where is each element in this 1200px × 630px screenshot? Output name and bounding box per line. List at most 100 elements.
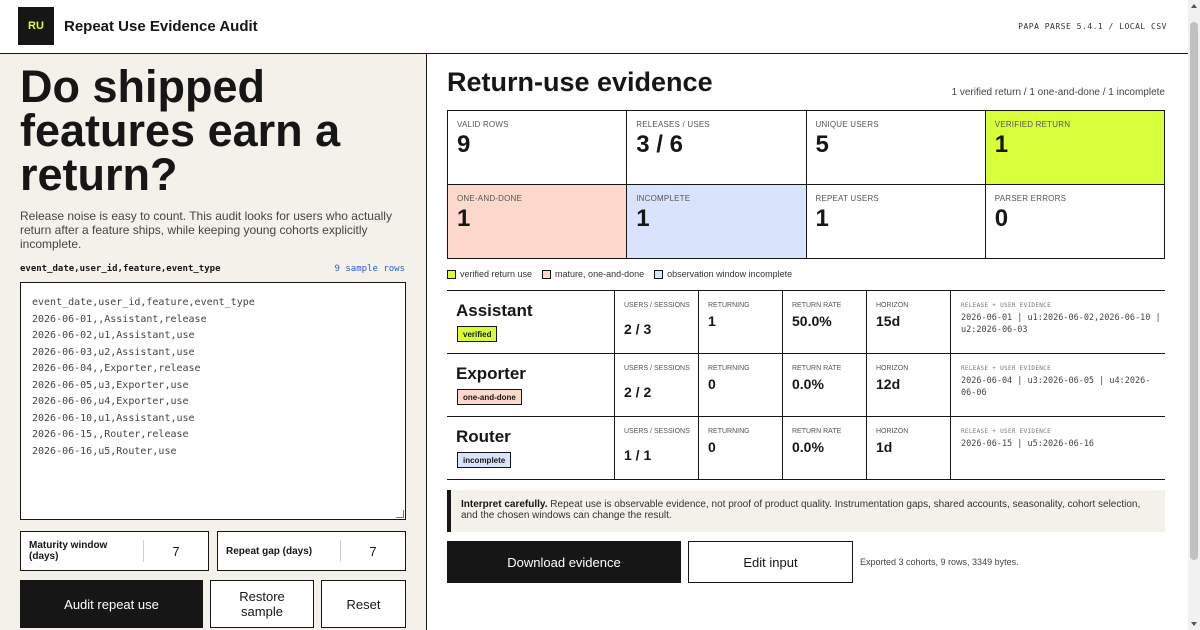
edit-input-button[interactable]: Edit input — [688, 541, 853, 583]
audit-repeat-use-button[interactable]: Audit repeat use — [20, 580, 203, 628]
kpi-value: 1 — [815, 205, 829, 232]
legend-item-incomplete: observation window incomplete — [654, 269, 792, 279]
reset-button[interactable]: Reset — [321, 580, 406, 628]
kpi-value: 1 — [457, 205, 471, 232]
evidence-label: RELEASE + USER EVIDENCE — [961, 302, 1051, 309]
callout-text: Repeat use is observable evidence, not p… — [461, 499, 1141, 521]
returning-value: 1 — [708, 313, 716, 329]
horizon-value: 15d — [876, 313, 901, 329]
return-rate-value: 0.0% — [792, 439, 824, 455]
returning-value: 0 — [708, 439, 716, 455]
status-badge: incomplete — [457, 452, 512, 468]
kpi-parser-errors: PARSER ERRORS 0 — [985, 185, 1165, 259]
export-status: Exported 3 cohorts, 9 rows, 3349 bytes. — [860, 557, 1019, 567]
kpi-value: 5 — [815, 131, 829, 158]
scroll-down-icon[interactable] — [1191, 622, 1197, 626]
kpi-label: REPEAT USERS — [815, 194, 879, 203]
resize-grip-icon[interactable] — [396, 510, 404, 518]
users-value: 2 / 3 — [624, 321, 652, 337]
evidence-cell: RELEASE + USER EVIDENCE 2026-06-01 | u1:… — [951, 291, 1165, 353]
kpi-label: ONE-AND-DONE — [457, 194, 523, 203]
scroll-up-icon[interactable] — [1191, 4, 1197, 8]
return-rate-cell: RETURN RATE 0.0% — [783, 417, 867, 479]
restore-sample-button[interactable]: Restore sample — [210, 580, 314, 628]
maturity-window-field[interactable]: Maturity window (days) 7 — [20, 531, 209, 571]
kpi-value: 0 — [994, 205, 1009, 232]
scroll-thumb[interactable] — [1190, 22, 1198, 560]
horizon-label: HORIZON — [876, 302, 909, 309]
results-panel: Return-use evidence 1 verified return / … — [427, 54, 1188, 630]
repeat-gap-input[interactable]: 7 — [341, 532, 405, 570]
users-value: 1 / 1 — [624, 447, 652, 463]
evidence-cell: RELEASE + USER EVIDENCE 2026-06-04 | u3:… — [951, 354, 1165, 416]
app-logo: RU — [18, 7, 54, 45]
legend-swatch — [654, 269, 664, 279]
callout-title: Interpret carefully. — [461, 499, 548, 510]
cohort-name-cell: Assistant verified — [447, 291, 615, 353]
kpi-value: 3 / 6 — [636, 131, 683, 158]
kpi-incomplete: INCOMPLETE 1 — [627, 185, 807, 259]
return-rate-cell: RETURN RATE 50.0% — [783, 291, 867, 353]
returning-label: RETURNING — [708, 302, 750, 309]
status-badge: verified — [457, 326, 498, 342]
horizon-label: HORIZON — [876, 428, 909, 435]
sample-rows-count: 9 sample rows — [334, 264, 405, 274]
kpi-grid: VALID ROWS 9 RELEASES / USES 3 / 6 UNIQUE … — [447, 110, 1165, 259]
horizon-label: HORIZON — [876, 365, 909, 372]
returning-cell: RETURNING 1 — [699, 291, 783, 353]
legend-label: verified return use — [460, 269, 533, 279]
kpi-label: VERIFIED RETURN — [994, 120, 1071, 129]
status-badge: one-and-done — [457, 389, 522, 405]
returning-label: RETURNING — [708, 428, 750, 435]
page-scrollbar[interactable] — [1188, 0, 1200, 630]
cohort-name: Exporter — [456, 364, 526, 383]
horizon-cell: HORIZON 12d — [867, 354, 951, 416]
returning-label: RETURNING — [708, 365, 750, 372]
users-label: USERS / SESSIONS — [624, 302, 690, 309]
kpi-repeat-users: REPEAT USERS 1 — [806, 185, 986, 259]
return-rate-value: 50.0% — [792, 313, 832, 329]
repeat-gap-label: Repeat gap (days) — [226, 545, 313, 557]
cohort-name: Assistant — [456, 301, 533, 320]
evidence-cell: RELEASE + USER EVIDENCE 2026-06-15 | u5:… — [951, 417, 1165, 479]
kpi-one-and-done: ONE-AND-DONE 1 — [448, 185, 628, 259]
results-summary: 1 verified return / 1 one-and-done / 1 i… — [951, 87, 1165, 98]
maturity-window-input[interactable]: 7 — [144, 532, 208, 570]
cohort-row: Exporter one-and-done USERS / SESSIONS 2… — [447, 354, 1165, 417]
kpi-label: RELEASES / USES — [636, 120, 710, 129]
evidence-label: RELEASE + USER EVIDENCE — [961, 428, 1051, 435]
return-rate-cell: RETURN RATE 0.0% — [783, 354, 867, 416]
horizon-value: 12d — [876, 376, 901, 392]
users-cell: USERS / SESSIONS 1 / 1 — [615, 417, 699, 479]
users-label: USERS / SESSIONS — [624, 428, 690, 435]
repeat-gap-field[interactable]: Repeat gap (days) 7 — [217, 531, 406, 571]
kpi-value: 1 — [636, 205, 650, 232]
download-evidence-button[interactable]: Download evidence — [447, 541, 681, 583]
kpi-label: VALID ROWS — [457, 120, 509, 129]
interpretation-callout: Interpret carefully. Repeat use is obser… — [447, 490, 1165, 532]
return-rate-label: RETURN RATE — [792, 428, 842, 435]
csv-input[interactable] — [20, 282, 406, 520]
status-legend: verified return use mature, one-and-done… — [447, 269, 792, 279]
kpi-label: PARSER ERRORS — [994, 194, 1067, 203]
cohort-name: Router — [456, 427, 511, 446]
parser-version-label: PAPA PARSE 5.4.1 / LOCAL CSV — [1018, 22, 1167, 31]
legend-label: observation window incomplete — [667, 269, 793, 279]
returning-cell: RETURNING 0 — [699, 417, 783, 479]
evidence-text: 2026-06-15 | u5:2026-06-16 — [961, 439, 1095, 449]
input-panel: Do shipped features earn a return? Relea… — [0, 54, 427, 630]
users-value: 2 / 2 — [624, 384, 652, 400]
intro-text: Release noise is easy to count. This aud… — [20, 209, 392, 251]
legend-swatch — [542, 269, 552, 279]
returning-cell: RETURNING 0 — [699, 354, 783, 416]
evidence-text: 2026-06-01 | u1:2026-06-02,2026-06-10 | … — [961, 313, 1161, 335]
csv-columns-label: event_date,user_id,feature,event_type — [20, 264, 221, 274]
users-cell: USERS / SESSIONS 2 / 3 — [615, 291, 699, 353]
legend-swatch — [447, 269, 456, 279]
kpi-unique-users: UNIQUE USERS 5 — [806, 111, 986, 185]
legend-label: mature, one-and-done — [555, 269, 645, 279]
users-label: USERS / SESSIONS — [624, 365, 690, 372]
horizon-cell: HORIZON 1d — [867, 417, 951, 479]
kpi-value: 1 — [994, 131, 1009, 158]
legend-item-one-and-done: mature, one-and-done — [542, 269, 644, 279]
